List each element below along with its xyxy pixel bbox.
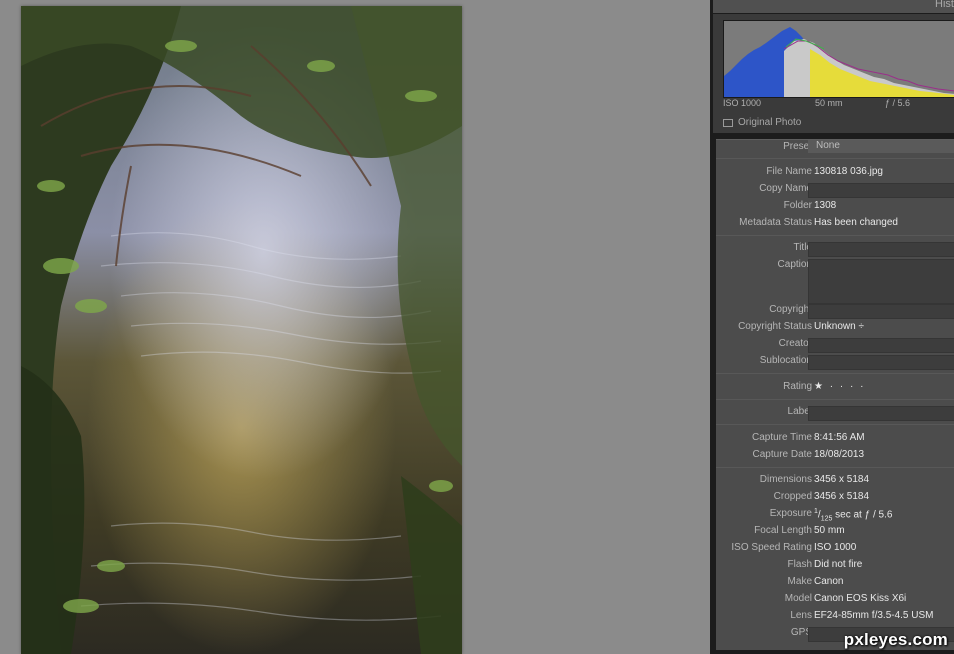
divider — [716, 158, 954, 159]
divider — [716, 235, 954, 236]
checkbox-icon[interactable] — [723, 118, 733, 127]
title-field[interactable] — [808, 242, 954, 257]
divider — [716, 424, 954, 425]
row-capture-date: Capture Date 18/08/2013 — [716, 448, 954, 465]
capture-time-value[interactable]: 8:41:56 AM — [814, 432, 865, 443]
capture-date-label: Capture Date — [752, 449, 812, 460]
flash-label: Flash — [787, 559, 812, 570]
file-name-value[interactable]: 130818 036.jpg — [814, 166, 883, 177]
lens-label: Lens — [790, 610, 812, 621]
histogram-header[interactable]: Hist — [713, 0, 954, 13]
metadata-status-label: Metadata Status — [739, 217, 812, 228]
caption-label: Caption — [777, 259, 812, 270]
copyright-status-select[interactable]: Unknown ÷ — [814, 321, 864, 332]
rating-stars[interactable]: ★ · · · · — [814, 381, 865, 392]
right-panel: Hist ISO 1000 50 mm ƒ / 5.6 Original Pho… — [710, 0, 954, 654]
exposure-numerator: 1 — [814, 508, 818, 515]
folder-label: Folder — [783, 200, 812, 211]
preset-select[interactable]: None — [808, 140, 954, 153]
creator-label: Creator — [778, 338, 812, 349]
row-sublocation: Sublocation — [716, 354, 954, 371]
row-capture-time: Capture Time 8:41:56 AM — [716, 431, 954, 448]
divider — [716, 467, 954, 468]
copyright-status-label: Copyright Status — [738, 321, 812, 332]
dimensions-label: Dimensions — [759, 474, 812, 485]
row-iso-speed: ISO Speed Rating ISO 1000 — [716, 541, 954, 558]
capture-date-value[interactable]: 18/08/2013 — [814, 449, 864, 460]
photo-preview[interactable] — [21, 6, 462, 654]
row-label: Label — [716, 405, 954, 422]
row-title: Title — [716, 241, 954, 258]
row-make: Make Canon — [716, 575, 954, 592]
row-cropped: Cropped 3456 x 5184 — [716, 490, 954, 507]
capture-time-label: Capture Time — [751, 432, 812, 443]
histogram-panel: ISO 1000 50 mm ƒ / 5.6 Original Photo — [713, 14, 954, 133]
rating-label: Rating — [783, 381, 812, 392]
metadata-status-value[interactable]: Has been changed — [814, 217, 898, 228]
histogram-graph — [723, 20, 954, 98]
row-folder: Folder 1308 — [716, 199, 954, 216]
make-label: Make — [787, 576, 812, 587]
divider — [716, 373, 954, 374]
row-exposure: Exposure 1/125 sec at ƒ / 5.6 — [716, 507, 954, 524]
watermark-logo: pxleyes.com — [843, 630, 948, 649]
focal-length-label: Focal Length — [754, 525, 812, 536]
row-lens: Lens EF24-85mm f/3.5-4.5 USM — [716, 609, 954, 626]
row-copyright-status: Copyright Status Unknown ÷ — [716, 320, 954, 337]
row-caption: Caption — [716, 258, 954, 304]
original-photo-toggle[interactable]: Original Photo — [723, 117, 801, 128]
dimensions-value: 3456 x 5184 — [814, 474, 870, 485]
copy-name-field[interactable] — [808, 183, 954, 198]
row-metadata-status: Metadata Status Has been changed — [716, 216, 954, 233]
row-preset: Preset None — [716, 140, 954, 157]
sublocation-field[interactable] — [808, 355, 954, 370]
row-model: Model Canon EOS Kiss X6i — [716, 592, 954, 609]
iso-speed-label: ISO Speed Rating — [731, 542, 812, 553]
flash-value: Did not fire — [814, 559, 863, 570]
exposure-denominator: 125 — [820, 515, 833, 523]
copyright-field[interactable] — [808, 304, 954, 319]
iso-speed-value: ISO 1000 — [814, 542, 857, 553]
row-file-name: File Name 130818 036.jpg — [716, 165, 954, 182]
row-dimensions: Dimensions 3456 x 5184 — [716, 473, 954, 490]
row-rating: Rating ★ · · · · — [716, 380, 954, 397]
exposure-rest: sec at ƒ / 5.6 — [832, 509, 893, 521]
row-focal-length: Focal Length 50 mm — [716, 524, 954, 541]
focal-length-value: 50 mm — [814, 525, 845, 536]
stream-photo — [21, 6, 462, 654]
histogram-iso: ISO 1000 — [723, 98, 762, 108]
row-creator: Creator — [716, 337, 954, 354]
folder-value[interactable]: 1308 — [814, 200, 836, 211]
exposure-label: Exposure — [769, 508, 812, 519]
copyright-label: Copyright — [769, 304, 812, 315]
label-field[interactable] — [808, 406, 954, 421]
row-copyright: Copyright — [716, 303, 954, 320]
make-value: Canon — [814, 576, 844, 587]
divider — [716, 399, 954, 400]
original-photo-label: Original Photo — [738, 117, 802, 128]
exposure-value: 1/125 sec at ƒ / 5.6 — [814, 508, 893, 523]
row-copy-name: Copy Name — [716, 182, 954, 199]
copy-name-label: Copy Name — [759, 183, 812, 194]
row-flash: Flash Did not fire — [716, 558, 954, 575]
sublocation-label: Sublocation — [759, 355, 812, 366]
metadata-panel: Preset None File Name 130818 036.jpg Cop… — [716, 139, 954, 650]
model-label: Model — [784, 593, 812, 604]
file-name-label: File Name — [766, 166, 812, 177]
histogram-title: Hist — [935, 0, 954, 10]
histogram-focal: 50 mm — [815, 98, 843, 108]
creator-field[interactable] — [808, 338, 954, 353]
lens-value: EF24-85mm f/3.5-4.5 USM — [814, 610, 934, 621]
cropped-value: 3456 x 5184 — [814, 491, 870, 502]
histogram-aperture: ƒ / 5.6 — [885, 98, 911, 108]
model-value: Canon EOS Kiss X6i — [814, 593, 907, 604]
cropped-label: Cropped — [773, 491, 812, 502]
caption-field[interactable] — [808, 259, 954, 304]
